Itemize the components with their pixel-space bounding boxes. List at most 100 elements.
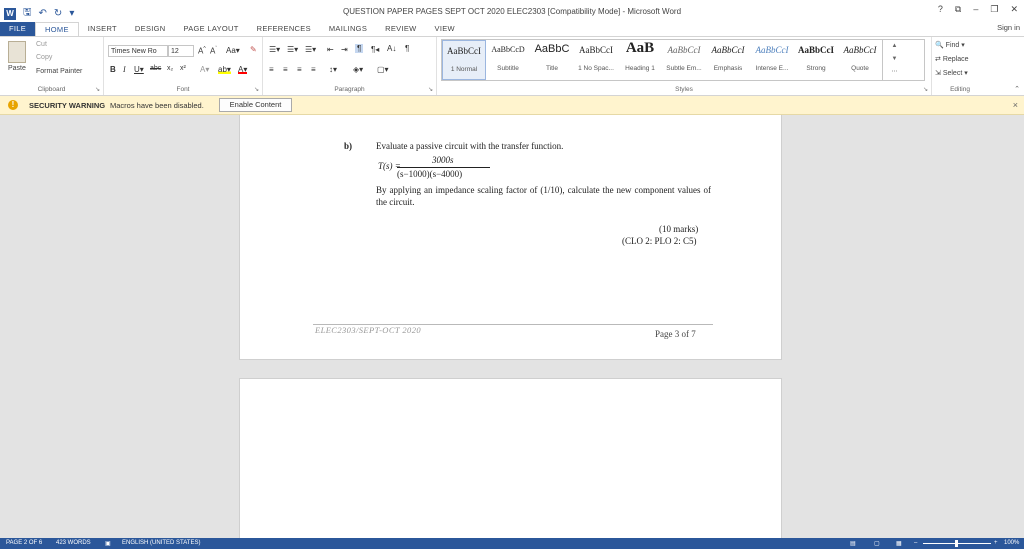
shading-icon[interactable]: ◈▾ xyxy=(353,65,363,74)
page-count-status[interactable]: PAGE 2 OF 6 xyxy=(6,540,42,546)
maximize-button[interactable]: ❐ xyxy=(990,4,998,15)
text-effects-icon[interactable]: A▾ xyxy=(200,65,209,74)
superscript-icon[interactable]: x² xyxy=(180,65,186,72)
copy-button[interactable]: Copy xyxy=(36,54,52,61)
paste-button[interactable]: Paste xyxy=(8,65,26,72)
select-icon: ⇲ xyxy=(935,70,943,77)
font-group-label: Font xyxy=(176,86,190,93)
close-button[interactable]: ✕ xyxy=(1010,4,1018,15)
styles-scroll[interactable]: ▲ ▼ ⋯ xyxy=(882,40,906,80)
styles-launcher-icon[interactable]: ↘ xyxy=(923,86,928,93)
tab-page-layout[interactable]: PAGE LAYOUT xyxy=(174,22,247,36)
tab-view[interactable]: VIEW xyxy=(426,22,464,36)
cut-button[interactable]: Cut xyxy=(36,41,47,48)
subscript-icon[interactable]: x₂ xyxy=(167,65,173,72)
tab-references[interactable]: REFERENCES xyxy=(248,22,320,36)
decrease-indent-icon[interactable]: ⇤ xyxy=(327,45,334,54)
line-spacing-icon[interactable]: ↕▾ xyxy=(329,65,337,74)
replace-button[interactable]: ⇄ Replace xyxy=(935,55,969,63)
style-name: Quote xyxy=(851,65,869,72)
italic-icon[interactable]: I xyxy=(123,65,126,74)
tab-insert[interactable]: INSERT xyxy=(79,22,126,36)
clipboard-launcher-icon[interactable]: ↘ xyxy=(95,86,100,93)
multilevel-list-icon[interactable]: ☰▾ xyxy=(305,45,316,54)
paste-icon[interactable] xyxy=(8,41,26,63)
align-right-icon[interactable]: ≡ xyxy=(297,65,302,74)
style-emphasis[interactable]: AaBbCcI Emphasis xyxy=(706,40,750,80)
justify-icon[interactable]: ≡ xyxy=(311,65,316,74)
grow-font-icon[interactable]: A^ xyxy=(198,46,206,56)
select-button[interactable]: ⇲ Select ▾ xyxy=(935,69,968,77)
font-launcher-icon[interactable]: ↘ xyxy=(254,86,259,93)
rtl-icon[interactable]: ¶◂ xyxy=(371,45,379,54)
align-center-icon[interactable]: ≡ xyxy=(283,65,288,74)
style-name: Emphasis xyxy=(713,65,743,72)
font-name-dropdown[interactable]: Times New Ro xyxy=(108,45,168,57)
format-painter-button[interactable]: Format Painter xyxy=(36,68,82,75)
underline-icon[interactable]: U▾ xyxy=(134,65,144,74)
language-status[interactable]: ENGLISH (UNITED STATES) xyxy=(122,540,200,546)
style-subtle-emphasis[interactable]: AaBbCcI Subtle Em... xyxy=(662,40,706,80)
editing-group-label: Editing xyxy=(950,86,970,93)
font-group: Times New Ro 12 A^ Aˇ Aa▾ ✎ B I U▾ abc x… xyxy=(104,37,263,95)
collapse-ribbon-icon[interactable]: ⌃ xyxy=(1014,85,1020,93)
align-left-icon[interactable]: ≡ xyxy=(269,65,274,74)
clear-formatting-icon[interactable]: ✎ xyxy=(250,45,257,54)
show-hide-icon[interactable]: ¶ xyxy=(405,44,409,53)
enable-content-button[interactable]: Enable Content xyxy=(219,98,292,112)
style-quote[interactable]: AaBbCcI Quote xyxy=(838,40,882,80)
increase-indent-icon[interactable]: ⇥ xyxy=(341,45,348,54)
print-layout-icon[interactable]: ▢ xyxy=(874,540,880,547)
zoom-level[interactable]: 100% xyxy=(1004,540,1019,546)
shrink-font-icon[interactable]: Aˇ xyxy=(210,46,217,56)
paragraph-launcher-icon[interactable]: ↘ xyxy=(428,86,433,93)
ltr-icon[interactable]: ¶ xyxy=(355,44,364,53)
bullets-icon[interactable]: ☰▾ xyxy=(269,45,280,54)
document-page-next[interactable] xyxy=(239,378,782,538)
ribbon: Paste Cut Copy Format Painter Clipboard … xyxy=(0,36,1024,96)
zoom-in-icon[interactable]: + xyxy=(994,540,998,546)
word-count-status[interactable]: 423 WORDS xyxy=(56,540,91,546)
replace-label: Replace xyxy=(942,56,969,63)
zoom-slider-thumb[interactable] xyxy=(955,540,958,547)
change-case-icon[interactable]: Aa▾ xyxy=(226,46,240,55)
zoom-out-icon[interactable]: – xyxy=(914,540,917,546)
web-layout-icon[interactable]: ▦ xyxy=(896,540,902,547)
minimize-button[interactable]: – xyxy=(973,4,978,15)
bold-icon[interactable]: B xyxy=(110,65,116,74)
sign-in-link[interactable]: Sign in xyxy=(997,23,1020,32)
read-mode-icon[interactable]: ▤ xyxy=(850,540,856,547)
tab-file[interactable]: FILE xyxy=(0,22,36,36)
tab-mailings[interactable]: MAILINGS xyxy=(320,22,376,36)
tab-design[interactable]: DESIGN xyxy=(126,22,175,36)
tab-review[interactable]: REVIEW xyxy=(376,22,425,36)
help-button[interactable]: ? xyxy=(938,4,943,15)
find-button[interactable]: 🔍 Find ▾ xyxy=(935,41,965,49)
ribbon-display-options-button[interactable]: ⧉ xyxy=(955,4,961,15)
document-page[interactable]: b) Evaluate a passive circuit with the t… xyxy=(239,115,782,360)
style-normal[interactable]: AaBbCcI 1 Normal xyxy=(442,40,486,80)
style-intense-emphasis[interactable]: AaBbCcI Intense E... xyxy=(750,40,794,80)
style-heading-1[interactable]: AaB Heading 1 xyxy=(618,40,662,80)
borders-icon[interactable]: ▢▾ xyxy=(377,65,389,74)
highlight-color-icon[interactable]: ab▾ xyxy=(218,65,231,74)
font-size-dropdown[interactable]: 12 xyxy=(168,45,194,57)
title-bar: W 🖫 ↶ ↻ ▾ QUESTION PAPER PAGES SEPT OCT … xyxy=(0,0,1024,22)
style-sample: AaBbCcI xyxy=(667,45,701,55)
document-workspace[interactable]: b) Evaluate a passive circuit with the t… xyxy=(0,115,1024,538)
style-title[interactable]: AaBbC Title xyxy=(530,40,574,80)
style-sample: AaBbCcI xyxy=(843,45,877,55)
strikethrough-icon[interactable]: abc xyxy=(150,65,161,72)
replace-icon: ⇄ xyxy=(935,56,943,63)
close-warning-icon[interactable]: × xyxy=(1013,100,1018,110)
style-no-spacing[interactable]: AaBbCcI 1 No Spac... xyxy=(574,40,618,80)
proofing-icon[interactable]: ▣ xyxy=(105,540,111,547)
numbering-icon[interactable]: ☰▾ xyxy=(287,45,298,54)
style-subtitle[interactable]: AaBbCcD Subtitle xyxy=(486,40,530,80)
sort-icon[interactable]: A↓ xyxy=(387,44,396,53)
tab-home[interactable]: HOME xyxy=(35,22,79,36)
font-color-icon[interactable]: A▾ xyxy=(238,65,248,74)
security-warning-title: SECURITY WARNING xyxy=(29,101,106,110)
styles-gallery: AaBbCcI 1 Normal AaBbCcD Subtitle AaBbC … xyxy=(441,39,925,81)
style-strong[interactable]: AaBbCcI Strong xyxy=(794,40,838,80)
